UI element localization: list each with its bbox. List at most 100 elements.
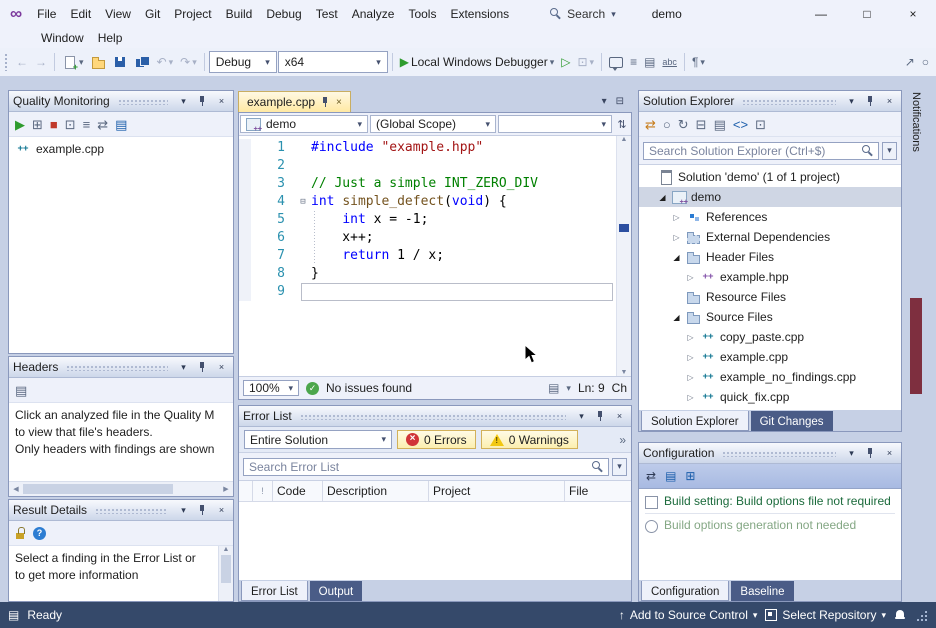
error-list-content[interactable] [239,502,631,580]
background-tasks-icon[interactable]: ▤ [8,609,19,621]
tab-output[interactable]: Output [310,581,363,601]
headers-header[interactable]: Headers ▾ × [9,357,233,378]
quick-actions-icon[interactable]: ▤ [548,382,559,394]
window-position-button[interactable]: ▾ [176,503,191,518]
navigate-back-button[interactable]: ← [13,54,31,70]
solution-configurations-dropdown[interactable]: Debug▾ [209,51,277,73]
header-file-icon[interactable]: ▤ [15,384,27,397]
spell-check-button[interactable]: abc [659,56,680,69]
close-panel-button[interactable]: × [214,503,229,518]
tree-item-example-no-findings-cpp[interactable]: ▷example_no_findings.cpp [639,367,901,387]
code-line-4[interactable]: 4⊟int simple_defect(void) { [239,193,616,211]
window-position-button[interactable]: ▾ [176,360,191,375]
radio-icon[interactable] [645,520,658,533]
start-without-debugging-button[interactable]: ▷ [558,54,573,70]
collapsed-expander-icon[interactable]: ▷ [671,213,682,222]
window-position-button[interactable]: ▾ [176,94,191,109]
save-all-button[interactable] [132,53,153,72]
project-scope-dropdown[interactable]: demo ▾ [240,115,368,133]
pin-button[interactable] [195,94,210,109]
indicator-margin[interactable] [239,283,251,301]
pin-button[interactable] [195,503,210,518]
window-position-button[interactable]: ▾ [844,94,859,109]
tree-item-source-files[interactable]: ◢Source Files [639,307,901,327]
stop-icon[interactable]: ■ [50,118,58,131]
menu-window[interactable]: Window [34,27,91,49]
solution-explorer-header[interactable]: Solution Explorer ▾ × [639,91,901,112]
indicator-margin[interactable] [239,247,251,265]
copy-icon[interactable]: ⊡ [65,118,76,131]
tree-item-solution-demo-1-of-1-project-[interactable]: Solution 'demo' (1 of 1 project) [639,167,901,187]
code-editor[interactable]: 1#include "example.hpp"23// Just a simpl… [239,136,631,376]
editor-options-icon[interactable]: ⊟ [616,96,624,107]
analyzed-file-item[interactable]: example.cpp [9,137,233,160]
new-project-button[interactable]: ▾ [59,53,87,72]
code-line-9[interactable]: 9 [239,283,616,301]
menu-analyze[interactable]: Analyze [345,3,402,25]
close-button[interactable]: × [890,0,936,28]
close-panel-button[interactable]: × [882,94,897,109]
navbar-split-icon[interactable]: ⇅ [613,118,631,131]
export-list-icon[interactable]: ≡ [83,118,91,131]
menu-test[interactable]: Test [309,3,345,25]
properties-icon[interactable]: ▤ [714,118,726,131]
code-line-7[interactable]: 7 return 1 / x; [239,247,616,265]
open-file-button[interactable] [88,53,109,72]
tab-configuration[interactable]: Configuration [641,581,729,601]
redo-button[interactable]: ↷▾ [177,54,200,70]
scroll-up-icon[interactable]: ▲ [219,546,233,553]
horizontal-scrollbar[interactable]: ◀ ▶ [9,481,233,496]
solution-platforms-dropdown[interactable]: x64▾ [278,51,388,73]
pending-filter-icon[interactable]: ○ [663,118,671,131]
document-outline-button[interactable]: ▤ [641,54,658,70]
expanded-expander-icon[interactable]: ◢ [671,253,682,262]
search-options-dropdown[interactable]: ▾ [882,142,897,160]
collapsed-expander-icon[interactable]: ▷ [685,393,696,402]
add-config-icon[interactable]: ⊞ [685,470,695,482]
tree-item-header-files[interactable]: ◢Header Files [639,247,901,267]
indicator-margin[interactable] [239,265,251,283]
code-line-8[interactable]: 8} [239,265,616,283]
tree-item-example-hpp[interactable]: ▷example.hpp [639,267,901,287]
menu-build[interactable]: Build [219,3,260,25]
fold-marker-icon[interactable]: ⊟ [295,193,311,211]
live-share-button[interactable]: ○ [919,54,932,70]
sync-active-document-icon[interactable]: ⇄ [645,118,656,131]
select-repository-button[interactable]: Select Repository ▾ [765,608,886,622]
pin-icon[interactable] [321,96,330,108]
tree-item-example-cpp[interactable]: ▷example.cpp [639,347,901,367]
configuration-header[interactable]: Configuration ▾ × [639,443,901,464]
expanded-expander-icon[interactable]: ◢ [657,193,668,202]
zoom-dropdown[interactable]: 100% ▾ [243,380,299,396]
share-button[interactable]: ↗ [902,54,918,70]
run-analysis-icon[interactable]: ▶ [15,118,25,131]
close-panel-button[interactable]: × [882,446,897,461]
attach-button[interactable]: ⊡▾ [574,54,597,70]
active-files-dropdown-icon[interactable]: ▾ [602,96,607,107]
configuration-item[interactable]: Build setting: Build options file not re… [645,494,895,509]
menu-debug[interactable]: Debug [259,3,308,25]
window-position-button[interactable]: ▾ [574,409,589,424]
save-button[interactable] [110,53,131,72]
menu-project[interactable]: Project [167,3,218,25]
minimize-button[interactable]: — [798,0,844,28]
undo-button[interactable]: ↶▾ [154,54,177,70]
tree-item-copy-paste-cpp[interactable]: ▷copy_paste.cpp [639,327,901,347]
checkbox-icon[interactable] [645,496,658,509]
add-files-icon[interactable]: ⊞ [32,118,43,131]
configuration-item[interactable]: Build options generation not needed [645,518,895,533]
tab-example-cpp[interactable]: example.cpp × [238,91,351,112]
column-header-code[interactable]: Code [273,481,323,501]
toolbar-overflow-icon[interactable]: » [619,434,626,446]
vertical-scrollbar[interactable]: ▲ [218,546,233,601]
close-panel-button[interactable]: × [612,409,627,424]
task-list-button[interactable]: ≡ [627,54,640,70]
report-icon[interactable]: ▤ [115,118,127,131]
window-position-button[interactable]: ▾ [844,446,859,461]
start-debugging-button[interactable]: ▶ Local Windows Debugger ▾ [397,53,558,71]
titlebar-search[interactable]: Search ▾ [542,4,624,24]
tab-error-list[interactable]: Error List [241,581,308,601]
pin-button[interactable] [593,409,608,424]
warnings-filter-button[interactable]: 0 Warnings [481,430,578,449]
help-icon[interactable] [33,527,46,540]
